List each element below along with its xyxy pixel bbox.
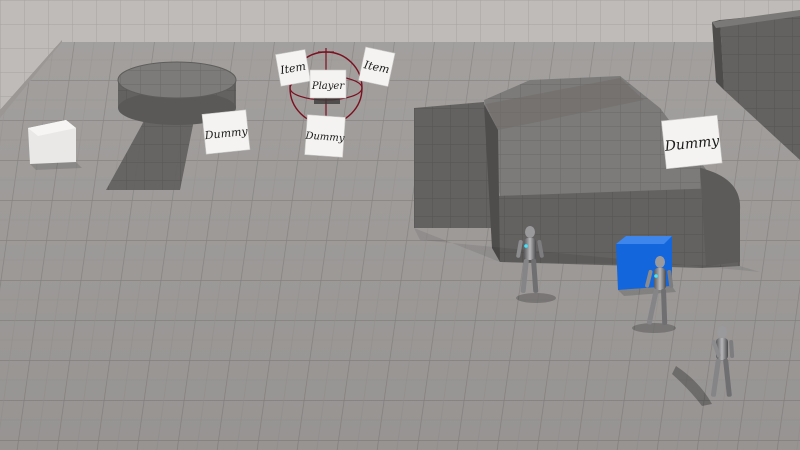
dummy-sign-center[interactable]: Dummy xyxy=(303,114,346,158)
game-viewport[interactable]: Item Item Player Dummy Dummy Dummy xyxy=(0,0,800,450)
back-wall xyxy=(0,0,800,46)
item-sign-left[interactable]: Item xyxy=(275,49,311,87)
player-label: Player xyxy=(311,81,345,92)
player-sign[interactable]: Player xyxy=(309,69,347,99)
dummy-sign-left[interactable]: Dummy xyxy=(201,109,251,155)
dummy-sign-right[interactable]: Dummy xyxy=(661,114,723,170)
white-cube[interactable] xyxy=(28,120,82,170)
scene-canvas: Item Item Player Dummy Dummy Dummy xyxy=(0,0,800,450)
